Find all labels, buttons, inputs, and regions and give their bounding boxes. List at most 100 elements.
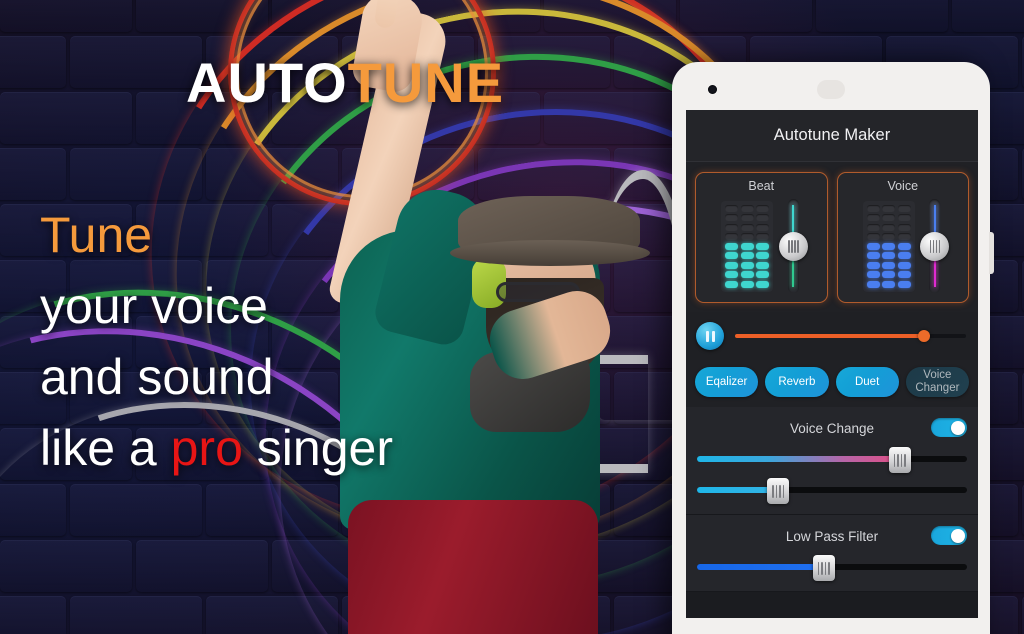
slider-knob[interactable]: [888, 447, 911, 473]
led-cell[interactable]: [882, 214, 896, 221]
led-cell[interactable]: [882, 271, 896, 278]
app-title-text: Autotune Maker: [773, 126, 891, 144]
led-cell[interactable]: [740, 280, 754, 288]
headline-auto: AUTO: [186, 51, 348, 114]
tab-reverb[interactable]: Reverb: [765, 367, 829, 397]
tagline: Tune your voice and sound like a pro sin…: [40, 200, 393, 484]
led-cell[interactable]: [866, 214, 880, 221]
led-cell[interactable]: [866, 280, 880, 288]
led-cell[interactable]: [897, 204, 911, 212]
led-cell[interactable]: [725, 280, 739, 288]
tab-label: Duet: [854, 375, 880, 388]
led-cell[interactable]: [725, 233, 739, 240]
headline: AUTOTUNE: [186, 50, 504, 115]
led-cell[interactable]: [897, 280, 911, 288]
led-cell[interactable]: [725, 261, 739, 269]
red-pants: [348, 500, 598, 634]
tab-voice-changer[interactable]: Voice Changer: [905, 367, 969, 397]
playback-progress-thumb[interactable]: [918, 330, 931, 342]
led-cell[interactable]: [897, 261, 911, 269]
led-cell[interactable]: [756, 242, 770, 250]
led-cell[interactable]: [882, 261, 896, 269]
led-grid[interactable]: [721, 200, 774, 292]
led-cell[interactable]: [897, 233, 911, 240]
led-cell[interactable]: [866, 204, 880, 212]
led-cell[interactable]: [740, 271, 754, 278]
vertical-fader[interactable]: [920, 199, 950, 293]
led-cell[interactable]: [866, 233, 880, 240]
led-cell[interactable]: [756, 233, 770, 240]
led-cell[interactable]: [756, 271, 770, 278]
toggle-voice-change[interactable]: [931, 418, 967, 437]
led-cell[interactable]: [882, 223, 896, 231]
led-grid[interactable]: [862, 200, 915, 292]
phone-mockup: Autotune Maker Beat Voice Eqalizer Reverb D…: [672, 62, 994, 634]
led-cell[interactable]: [866, 252, 880, 259]
effect-slider[interactable]: [697, 555, 967, 581]
led-cell[interactable]: [897, 252, 911, 259]
tab-label: Voice Changer: [915, 369, 960, 394]
led-cell[interactable]: [897, 271, 911, 278]
led-cell[interactable]: [882, 204, 896, 212]
earpiece-speaker: [817, 80, 845, 99]
led-cell[interactable]: [756, 204, 770, 212]
mixer-panels: Beat Voice: [686, 162, 978, 312]
playback-progress-slider[interactable]: [735, 330, 966, 342]
led-cell[interactable]: [740, 233, 754, 240]
slider-fill: [697, 487, 778, 493]
effect-tabs: Eqalizer Reverb Duet Voice Changer: [686, 360, 978, 407]
led-cell[interactable]: [897, 242, 911, 250]
led-cell[interactable]: [866, 223, 880, 231]
tab-eqalizer[interactable]: Eqalizer: [695, 367, 759, 397]
led-cell[interactable]: [756, 252, 770, 259]
led-cell[interactable]: [756, 261, 770, 269]
led-cell[interactable]: [866, 261, 880, 269]
led-cell[interactable]: [740, 261, 754, 269]
tagline-line-4: like a pro singer: [40, 413, 393, 484]
slider-knob[interactable]: [767, 478, 789, 504]
led-cell[interactable]: [725, 214, 739, 221]
hat-brim: [450, 240, 650, 266]
led-cell[interactable]: [882, 252, 896, 259]
headline-tune: TUNE: [347, 51, 505, 114]
effect-slider[interactable]: [697, 447, 967, 473]
led-cell[interactable]: [725, 242, 739, 250]
slider-knob[interactable]: [812, 555, 835, 581]
led-cell[interactable]: [725, 252, 739, 259]
tagline-line-2: your voice: [40, 278, 268, 334]
tagline-line-1: Tune: [40, 200, 393, 271]
toggle-low-pass-filter[interactable]: [931, 526, 967, 545]
led-cell[interactable]: [882, 242, 896, 250]
led-cell[interactable]: [740, 204, 754, 212]
pause-button[interactable]: [696, 322, 724, 350]
phone-screen: Autotune Maker Beat Voice Eqalizer Reverb D…: [686, 110, 978, 618]
led-cell[interactable]: [725, 271, 739, 278]
tab-label: Eqalizer: [705, 375, 748, 388]
fader-knob[interactable]: [920, 232, 950, 261]
led-cell[interactable]: [756, 280, 770, 288]
led-cell[interactable]: [897, 214, 911, 221]
led-cell[interactable]: [897, 223, 911, 231]
led-cell[interactable]: [866, 271, 880, 278]
vertical-fader[interactable]: [778, 199, 808, 293]
led-cell[interactable]: [756, 223, 770, 231]
led-cell[interactable]: [882, 233, 896, 240]
fader-knob[interactable]: [778, 232, 808, 261]
led-cell[interactable]: [756, 214, 770, 221]
mixer-panel-beat: Beat: [695, 172, 828, 303]
mixer-panel-title: Voice: [887, 179, 919, 193]
led-cell[interactable]: [740, 214, 754, 221]
effect-slider[interactable]: [697, 478, 967, 504]
effect-block-low-pass-filter: Low Pass Filter: [686, 515, 978, 592]
led-cell[interactable]: [882, 280, 896, 288]
led-cell[interactable]: [740, 223, 754, 231]
led-cell[interactable]: [725, 204, 739, 212]
tab-duet[interactable]: Duet: [835, 367, 899, 397]
effect-block-voice-change: Voice Change: [686, 407, 978, 515]
tagline-singer: singer: [242, 420, 393, 476]
led-cell[interactable]: [725, 223, 739, 231]
led-cell[interactable]: [740, 242, 754, 250]
led-cell[interactable]: [740, 252, 754, 259]
promo-banner: AUTOTUNE Tune your voice and sound like …: [0, 0, 1024, 634]
led-cell[interactable]: [866, 242, 880, 250]
